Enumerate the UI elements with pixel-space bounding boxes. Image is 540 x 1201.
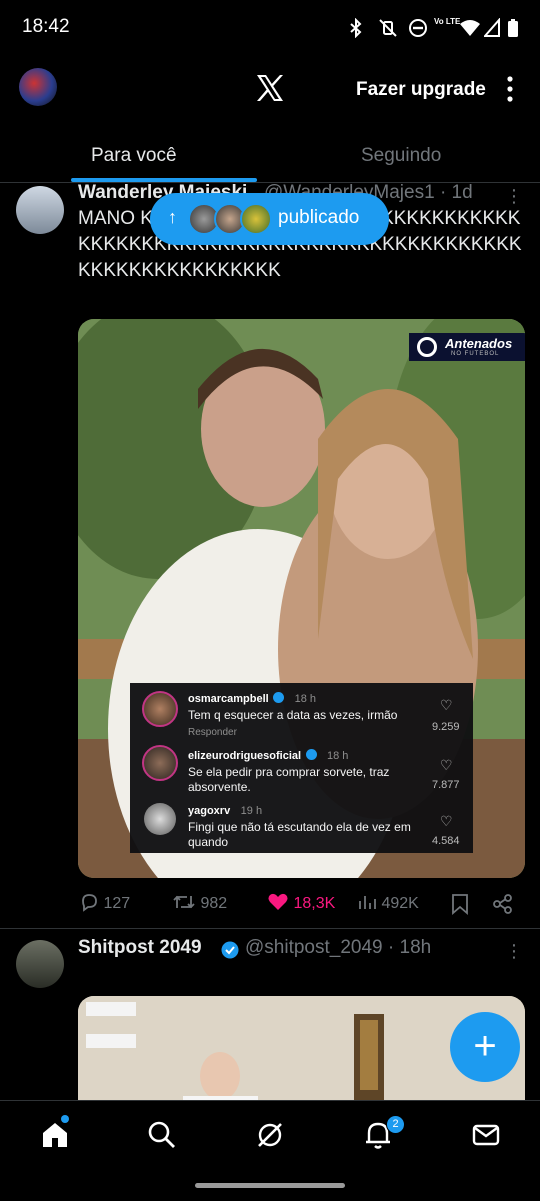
views-button[interactable]: 492K — [357, 892, 419, 913]
x-logo-icon — [257, 75, 283, 101]
wifi-icon — [460, 20, 480, 36]
repost-count: 982 — [200, 895, 228, 912]
heart-outline-icon: ♡ — [440, 757, 453, 773]
comment-header: elizeurodriguesoficial 18 h — [188, 746, 348, 764]
status-time: 18:42 — [22, 16, 70, 37]
tweet-time: · 18h — [387, 937, 432, 958]
comment-header: yagoxrv 19 h — [188, 801, 262, 819]
grok-icon[interactable] — [255, 1120, 285, 1150]
comment-text: Tem q esquecer a data as vezes, irmão — [188, 708, 398, 722]
heart-filled-icon — [268, 893, 288, 910]
share-icon[interactable] — [492, 893, 514, 915]
verified-icon — [273, 692, 285, 703]
battery-icon — [508, 19, 518, 37]
heart-outline-icon: ♡ — [440, 697, 453, 713]
comment-reply-link: Responder — [188, 727, 237, 738]
gesture-bar — [195, 1183, 345, 1188]
tweet-media-image[interactable]: Antenados NO FUTEBOL osmarcampbell 18 h … — [78, 319, 525, 878]
comment-avatar — [142, 745, 178, 781]
tweet-more-icon[interactable]: ⋮ — [505, 186, 523, 207]
comment-time: 18 h — [294, 693, 317, 705]
views-icon — [359, 896, 376, 909]
comment-likes: 7.877 — [432, 779, 460, 791]
profile-avatar[interactable] — [19, 68, 57, 106]
reply-icon — [82, 894, 97, 912]
home-new-dot — [61, 1115, 69, 1123]
view-count: 492K — [381, 895, 419, 912]
more-options-icon[interactable] — [503, 74, 517, 104]
like-count: 18,3K — [293, 895, 336, 912]
repost-icon — [173, 895, 195, 909]
comment-user: elizeurodriguesoficial — [188, 750, 302, 762]
pill-avatar — [240, 203, 272, 235]
vibrate-off-icon — [379, 19, 397, 37]
tweet-author-avatar[interactable] — [16, 186, 64, 234]
comment-likes: 9.259 — [432, 721, 460, 733]
tweet-author-name[interactable]: Shitpost 2049 — [78, 937, 202, 959]
verified-badge-icon — [221, 941, 239, 959]
compose-button[interactable]: + — [450, 1012, 520, 1082]
tweet-time: · 1d — [439, 182, 473, 203]
reply-count: 127 — [103, 895, 131, 912]
plus-icon: + — [473, 1024, 497, 1068]
arrow-up-icon: ↑ — [168, 207, 177, 227]
bookmark-icon[interactable] — [451, 893, 469, 915]
signal-icon — [484, 18, 500, 37]
comment-time: 18 h — [327, 750, 349, 762]
comment-text: Se ela pedir pra comprar sorvete, traz a… — [188, 765, 390, 794]
search-icon[interactable] — [147, 1120, 177, 1150]
tweet-handle-row[interactable]: @shitpost_2049 · 18h — [245, 937, 431, 959]
volte-icon: Vo LTE — [434, 17, 461, 26]
heart-outline-icon: ♡ — [440, 813, 453, 829]
do-not-disturb-icon — [409, 19, 427, 37]
comment-time: 19 h — [240, 805, 263, 817]
bluetooth-icon — [350, 18, 362, 38]
comment-avatar — [142, 691, 178, 727]
comment-user: yagoxrv — [188, 805, 231, 817]
comment-likes: 4.584 — [432, 835, 460, 847]
repost-button[interactable]: 982 — [172, 892, 227, 913]
like-button[interactable]: 18,3K — [267, 892, 335, 913]
pill-label: publicado — [278, 207, 360, 228]
verified-icon — [305, 749, 317, 760]
comments-screenshot: osmarcampbell 18 h Tem q esquecer a data… — [130, 683, 473, 853]
antenados-logo-icon — [417, 337, 437, 357]
reply-button[interactable]: 127 — [79, 892, 130, 913]
comment-avatar — [144, 803, 176, 835]
upgrade-button[interactable]: Fazer upgrade — [356, 79, 486, 101]
comment-header: osmarcampbell 18 h — [188, 689, 316, 707]
status-bar: 18:42 Vo LTE — [0, 0, 540, 56]
messages-icon[interactable] — [471, 1120, 501, 1150]
antenados-watermark: Antenados NO FUTEBOL — [409, 333, 525, 361]
notifications-badge: 2 — [386, 1115, 405, 1134]
comment-user: osmarcampbell — [188, 693, 269, 705]
home-icon[interactable] — [40, 1120, 70, 1150]
tweet-author-handle[interactable]: @shitpost_2049 — [245, 937, 383, 958]
divider — [0, 928, 540, 929]
tweet-more-icon[interactable]: ⋮ — [505, 941, 523, 962]
tweet-author-avatar[interactable] — [16, 940, 64, 988]
tab-following[interactable]: Seguindo — [361, 145, 441, 167]
tab-for-you[interactable]: Para você — [91, 145, 177, 167]
new-posts-pill[interactable]: ↑ publicado — [150, 193, 389, 245]
comment-text: Fingi que não tá escutando ela de vez em… — [188, 820, 411, 849]
